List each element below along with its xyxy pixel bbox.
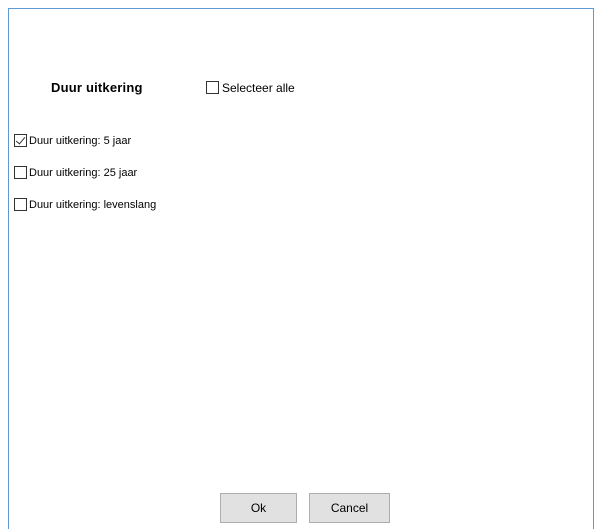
select-all-box[interactable] — [206, 81, 219, 94]
filter-dialog: Duur uitkering Selecteer alle Duur uitke… — [8, 8, 594, 529]
option-5-jaar[interactable]: Duur uitkering: 5 jaar — [14, 134, 156, 147]
option-5-jaar-label: Duur uitkering: 5 jaar — [29, 134, 132, 147]
option-list: Duur uitkering: 5 jaar Duur uitkering: 2… — [14, 134, 156, 230]
option-25-jaar-checkbox[interactable] — [14, 166, 27, 179]
option-levenslang-label: Duur uitkering: levenslang — [29, 198, 157, 211]
option-25-jaar-label: Duur uitkering: 25 jaar — [29, 166, 138, 179]
option-25-jaar[interactable]: Duur uitkering: 25 jaar — [14, 166, 156, 179]
cancel-button[interactable]: Cancel — [309, 493, 390, 523]
option-levenslang-checkbox[interactable] — [14, 198, 27, 211]
select-all-label: Selecteer alle — [222, 80, 295, 95]
option-5-jaar-checkbox[interactable] — [14, 134, 27, 147]
option-levenslang[interactable]: Duur uitkering: levenslang — [14, 198, 156, 211]
filter-title: Duur uitkering — [51, 80, 143, 95]
ok-button[interactable]: Ok — [220, 493, 297, 523]
select-all-checkbox[interactable]: Selecteer alle — [206, 81, 295, 95]
dialog-buttons: Ok Cancel — [220, 493, 390, 523]
dialog-header: Duur uitkering Selecteer alle — [51, 80, 295, 95]
